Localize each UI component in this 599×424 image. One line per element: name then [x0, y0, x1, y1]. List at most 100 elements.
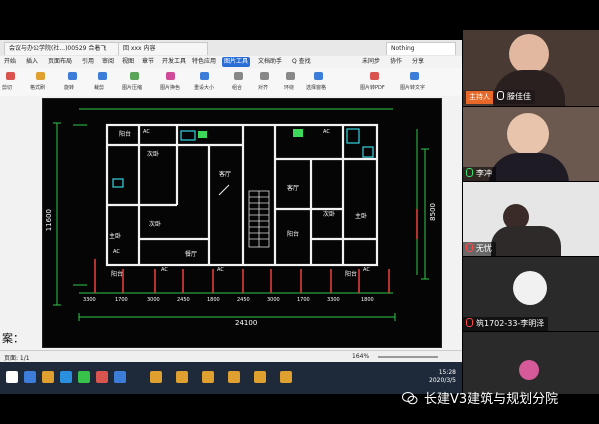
tool-compress[interactable]: 图片压缩 — [122, 84, 142, 91]
tab-2-label: 回 xxx 内容 — [123, 45, 156, 52]
tool-wrap[interactable]: 环绕 — [284, 84, 294, 91]
tool-cut[interactable]: 剪切 — [2, 84, 12, 91]
room-label: 客厅 — [219, 171, 232, 178]
segment-label: 3300 — [327, 297, 340, 303]
menu-start[interactable]: 开始 — [2, 57, 18, 67]
floor-plan-image[interactable]: 阳台 次卧 客厅 次卧 主卧 阳台 餐厅 客厅 阳台 次卧 主卧 阳台 AC A… — [42, 98, 442, 348]
avatar — [513, 271, 547, 305]
app-icon[interactable] — [228, 371, 240, 383]
start-icon[interactable] — [6, 371, 18, 383]
app-icon[interactable] — [202, 371, 214, 383]
format-painter-icon[interactable] — [36, 72, 45, 80]
tool-align[interactable]: 对齐 — [258, 84, 268, 91]
tab-1[interactable]: 会议与办公学院(社...)00529 合着飞 — [4, 42, 124, 55]
right-height-label: 8500 — [429, 203, 437, 221]
app-icon[interactable] — [150, 371, 162, 383]
room-label: 餐厅 — [185, 251, 198, 258]
tab-3[interactable]: Nothing — [386, 42, 456, 55]
menu-search[interactable]: Q 查找 — [290, 57, 313, 67]
menu-picture-tools[interactable]: 图片工具 — [222, 57, 251, 67]
folder-icon[interactable] — [42, 371, 54, 383]
left-height-label: 11600 — [45, 209, 53, 232]
tool-to-pdf[interactable]: 图片转PDF — [360, 84, 385, 91]
menu-unsynced[interactable]: 未同步 — [360, 57, 382, 67]
participant-tile[interactable] — [463, 332, 599, 394]
ocr-icon[interactable] — [410, 72, 419, 80]
tool-crop[interactable]: 裁剪 — [94, 84, 104, 91]
mic-muted-icon — [466, 243, 473, 252]
compress-icon[interactable] — [130, 72, 139, 80]
tool-format-painter[interactable]: 格式刷 — [30, 84, 45, 91]
wechat-taskbar-icon[interactable] — [78, 371, 90, 383]
align-icon[interactable] — [260, 72, 269, 80]
taskbar-clock[interactable]: 15:28 2020/3/5 — [429, 369, 456, 385]
tool-group[interactable]: 组合 — [232, 84, 242, 91]
room-label: 阳台 — [287, 231, 300, 238]
participant-tile-host[interactable]: 主持人 滕佳佳 — [463, 30, 599, 106]
tool-recolor[interactable]: 图片换色 — [160, 84, 180, 91]
crop-icon[interactable] — [98, 72, 107, 80]
participant-label: 主持人 滕佳佳 — [463, 90, 535, 104]
tool-selection-pane[interactable]: 选择窗格 — [306, 84, 326, 91]
segment-label: 2450 — [177, 297, 190, 303]
clock-time: 15:28 — [438, 369, 456, 376]
clock-date: 2020/3/5 — [429, 377, 456, 384]
room-label: 次卧 — [323, 211, 336, 218]
zoom-level[interactable]: 164% — [352, 353, 369, 360]
participant-label: 筑1702-33-李明泽 — [463, 317, 549, 331]
selection-pane-icon[interactable] — [314, 72, 323, 80]
menu-chapter[interactable]: 章节 — [140, 57, 156, 67]
menu-special[interactable]: 特色应用 — [190, 57, 218, 67]
participant-tile[interactable]: 无忧 — [463, 182, 599, 256]
zoom-slider[interactable] — [378, 356, 438, 358]
document-area: 案： 阳台 次卧 客厅 次卧 主卧 阳台 餐厅 客厅 阳台 次卧 主卧 阳台 A… — [0, 96, 462, 350]
ribbon-toolbar: 剪切 格式刷 旋转 裁剪 图片压缩 图片换色 重设大小 组合 对齐 环绕 选择窗… — [0, 68, 462, 97]
menu-layout[interactable]: 页面布局 — [46, 57, 74, 67]
pdf-icon[interactable] — [370, 72, 379, 80]
cut-icon[interactable] — [6, 72, 15, 80]
ac-label: AC — [363, 267, 370, 273]
ac-label: AC — [323, 129, 330, 135]
host-badge: 主持人 — [466, 91, 493, 104]
menu-doc-assistant[interactable]: 文档助手 — [256, 57, 284, 67]
participant-name: 筑1702-33-李明泽 — [476, 319, 545, 328]
mic-muted-icon — [466, 318, 473, 327]
browser-icon[interactable] — [60, 371, 72, 383]
wps-icon[interactable] — [96, 371, 108, 383]
menu-insert[interactable]: 插入 — [24, 57, 40, 67]
app-icon[interactable] — [254, 371, 266, 383]
tool-to-text[interactable]: 图片转文字 — [400, 84, 425, 91]
participant-label: 李冲 — [463, 167, 496, 181]
segment-label: 1700 — [297, 297, 310, 303]
tab-2[interactable]: 回 xxx 内容 — [118, 42, 208, 55]
tool-resize[interactable]: 重设大小 — [194, 84, 214, 91]
page-indicator: 页面: 1/1 — [4, 355, 30, 362]
menu-share[interactable]: 分享 — [410, 57, 426, 67]
ac-label: AC — [113, 249, 120, 255]
search-icon[interactable] — [24, 371, 36, 383]
participant-tile[interactable]: 筑1702-33-李明泽 — [463, 257, 599, 331]
participant-label: 无忧 — [463, 242, 496, 256]
recolor-icon[interactable] — [166, 72, 175, 80]
participant-tile[interactable]: 李冲 — [463, 107, 599, 181]
room-label: 主卧 — [109, 233, 122, 240]
menu-collab[interactable]: 协作 — [388, 57, 404, 67]
app-icon[interactable] — [280, 371, 292, 383]
menu-review[interactable]: 审阅 — [100, 57, 116, 67]
app-icon[interactable] — [176, 371, 188, 383]
tab-1-label: 会议与办公学院(社...)00529 合着飞 — [9, 45, 107, 52]
resize-icon[interactable] — [200, 72, 209, 80]
ac-label: AC — [161, 267, 168, 273]
group-icon[interactable] — [234, 72, 243, 80]
rotate-icon[interactable] — [68, 72, 77, 80]
menu-reference[interactable]: 引用 — [80, 57, 96, 67]
segment-label: 1800 — [361, 297, 374, 303]
tool-rotate[interactable]: 旋转 — [64, 84, 74, 91]
wrap-icon[interactable] — [286, 72, 295, 80]
ac-label: AC — [143, 129, 150, 135]
meeting-icon[interactable] — [114, 371, 126, 383]
mic-icon — [466, 168, 473, 177]
menu-dev[interactable]: 开发工具 — [160, 57, 188, 67]
participant-body — [489, 153, 569, 181]
menu-view[interactable]: 视图 — [120, 57, 136, 67]
